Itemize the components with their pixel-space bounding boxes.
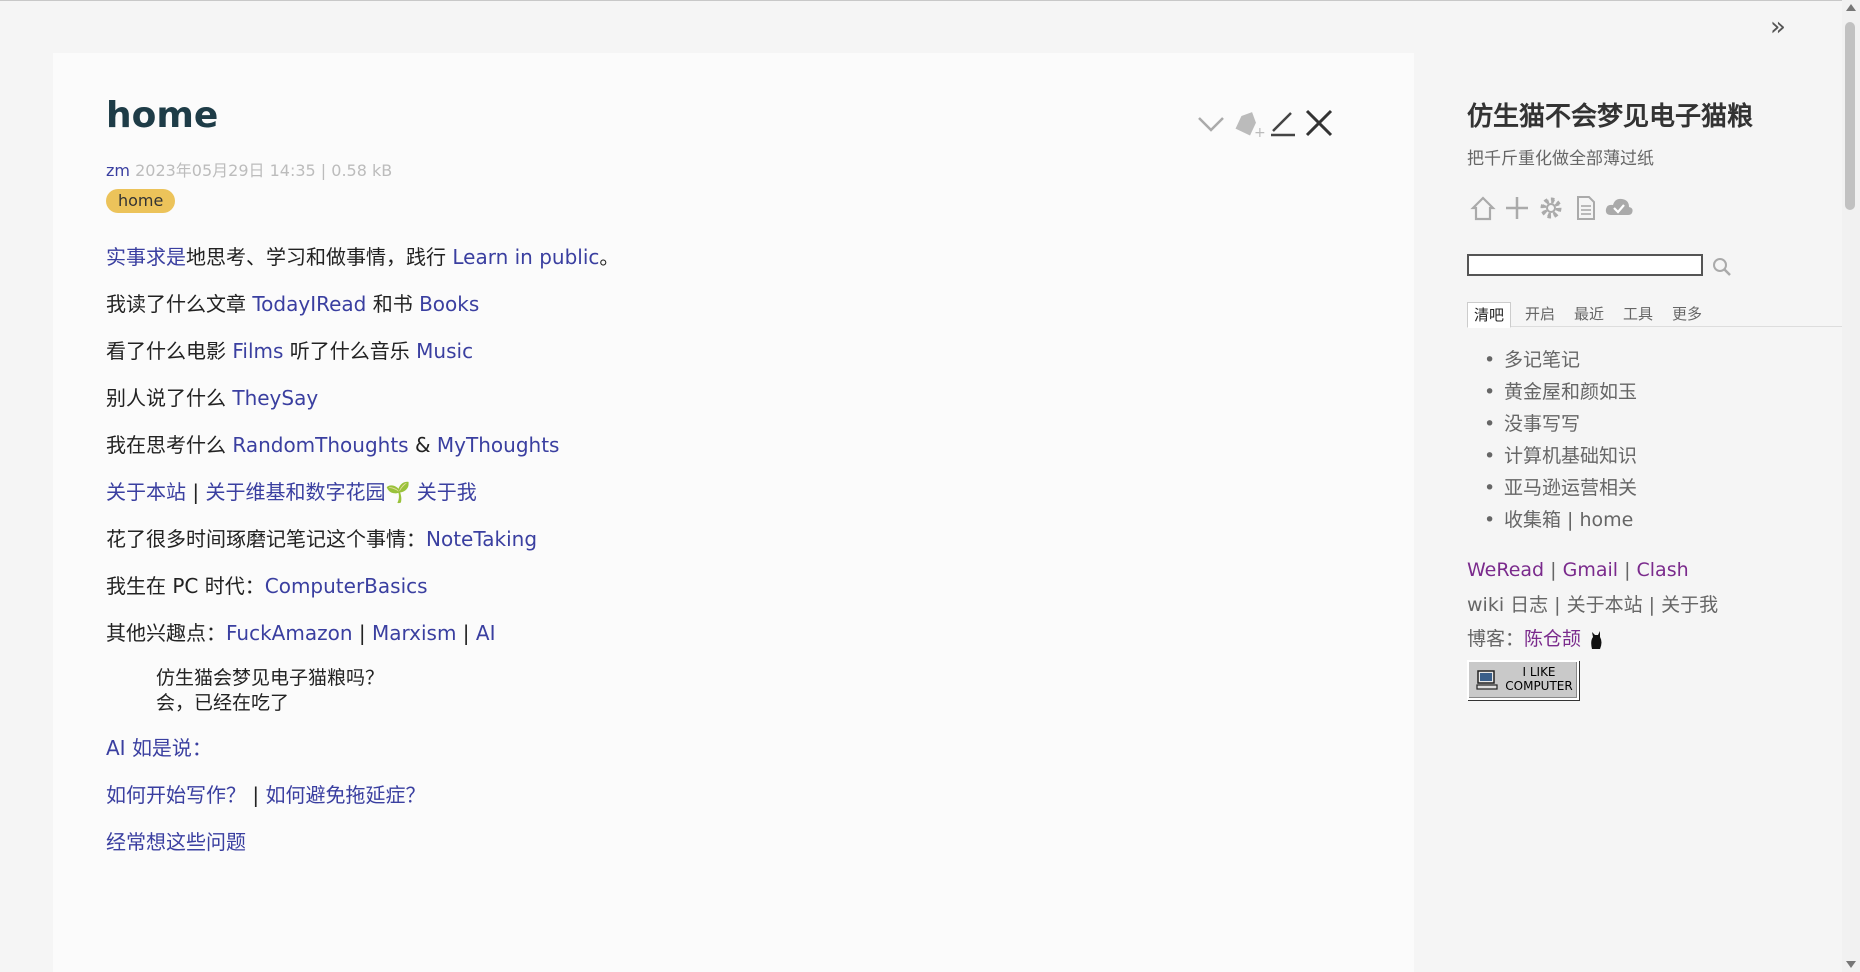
body-paragraph: 如何开始写作？ | 如何避免拖延症？ <box>106 783 426 807</box>
sidebar-tabs: 清吧 开启 最近 工具 更多 <box>1467 298 1847 328</box>
badge-line-2: COMPUTER <box>1505 679 1573 693</box>
computer-icon <box>1476 670 1498 690</box>
link-marxism[interactable]: Marxism <box>372 621 457 645</box>
link-about-me[interactable]: 关于我 <box>410 480 477 504</box>
document-icon[interactable] <box>1569 192 1601 224</box>
svg-text:+: + <box>1254 125 1265 141</box>
body-paragraph: 实事求是地思考、学习和做事情，践行 Learn in public。 <box>106 245 620 269</box>
link-fuckamazon[interactable]: FuckAmazon <box>226 621 353 645</box>
tab-more[interactable]: 更多 <box>1666 302 1708 326</box>
cloud-save-icon[interactable] <box>1603 192 1635 224</box>
link-shishiqiushi[interactable]: 实事求是 <box>106 245 186 269</box>
window-top-border <box>0 0 1860 1</box>
body-paragraph: 花了很多时间琢磨记笔记这个事情：NoteTaking <box>106 527 538 551</box>
sidebar-item-writing[interactable]: 没事写写 <box>1484 408 1637 440</box>
link-todayiread[interactable]: TodayIRead <box>252 292 366 316</box>
blockquote-line: 仿生猫会梦见电子猫粮吗？ <box>156 667 385 689</box>
tiddler-toolbar: + <box>1193 103 1413 143</box>
scroll-down-arrow-icon[interactable] <box>1846 961 1856 968</box>
link-films[interactable]: Films <box>232 339 283 363</box>
body-paragraph: 我生在 PC 时代：ComputerBasics <box>106 574 428 598</box>
sidebar-item-inbox-home[interactable]: 收集箱 | home <box>1484 504 1637 536</box>
edit-icon[interactable] <box>1265 103 1301 143</box>
home-icon[interactable] <box>1467 192 1499 224</box>
site-title: 仿生猫不会梦见电子猫粮 <box>1467 102 1754 132</box>
new-tiddler-icon[interactable] <box>1501 192 1533 224</box>
link-learn-in-public[interactable]: Learn in public <box>452 245 599 269</box>
tab-tools[interactable]: 工具 <box>1617 302 1659 326</box>
chevron-down-icon[interactable] <box>1193 103 1229 143</box>
link-computerbasics[interactable]: ComputerBasics <box>265 574 428 598</box>
link-ai-says[interactable]: AI 如是说： <box>106 736 212 760</box>
i-like-computer-badge[interactable]: I LIKE COMPUTER <box>1467 660 1579 700</box>
search-icon[interactable] <box>1711 256 1733 278</box>
link-books[interactable]: Books <box>419 292 479 316</box>
link-blog[interactable]: 陈仓颉 <box>1524 628 1581 650</box>
link-how-to-start-writing[interactable]: 如何开始写作？ <box>106 783 246 807</box>
body-paragraph: 关于本站 | 关于维基和数字花园🌱 关于我 <box>106 480 477 504</box>
tag-add-icon[interactable]: + <box>1229 103 1266 143</box>
tag-pill[interactable]: home <box>106 189 176 213</box>
link-ai[interactable]: AI <box>476 621 496 645</box>
seedling-icon: 🌱 <box>385 480 411 504</box>
tab-recent[interactable]: 最近 <box>1568 302 1610 326</box>
tiddler-title: home <box>106 95 219 136</box>
tiddler-subtitle: zm 2023年05月29日 14:35 | 0.58 kB <box>106 157 392 181</box>
link-frequent-questions[interactable]: 经常想这些问题 <box>106 830 246 854</box>
link-notetaking[interactable]: NoteTaking <box>426 527 537 551</box>
search-input[interactable] <box>1467 254 1703 276</box>
site-subtitle: 把千斤重化做全部薄过纸 <box>1467 149 1654 169</box>
story-river: home zm 2023年05月29日 14:35 | 0.58 kB home… <box>53 53 1414 972</box>
blockquote-line: 会，已经在吃了 <box>156 692 290 714</box>
link-weread[interactable]: WeRead <box>1467 559 1544 581</box>
close-icon[interactable] <box>1301 103 1337 143</box>
tab-open[interactable]: 开启 <box>1519 302 1561 326</box>
badge-line-1: I LIKE <box>1522 665 1556 679</box>
link-clash[interactable]: Clash <box>1637 559 1689 581</box>
link-mythoughts[interactable]: MyThoughts <box>437 433 560 457</box>
link-avoid-procrastination[interactable]: 如何避免拖延症？ <box>265 783 425 807</box>
link-gmail[interactable]: Gmail <box>1563 559 1618 581</box>
tab-qingba[interactable]: 清吧 <box>1467 302 1512 328</box>
quick-links-row: WeRead | Gmail | Clash <box>1467 559 1689 581</box>
sidebar-item-amazon[interactable]: 亚马逊运营相关 <box>1484 472 1637 504</box>
link-about-site[interactable]: 关于本站 <box>106 480 186 504</box>
quick-links-row-wiki[interactable]: wiki 日志 | 关于本站 | 关于我 <box>1467 591 1718 619</box>
scrollbar-thumb[interactable] <box>1845 22 1855 210</box>
sidebar-item-books[interactable]: 黄金屋和颜如玉 <box>1484 376 1637 408</box>
cat-icon <box>1587 629 1605 651</box>
settings-icon[interactable] <box>1535 192 1567 224</box>
body-paragraph: 别人说了什么 TheySay <box>106 386 319 410</box>
body-paragraph: 我读了什么文章 TodayIRead 和书 Books <box>106 292 480 316</box>
sidebar-item-computer-basics[interactable]: 计算机基础知识 <box>1484 440 1637 472</box>
body-paragraph: 经常想这些问题 <box>106 828 246 856</box>
sidebar-nav-list: 多记笔记 黄金屋和颜如玉 没事写写 计算机基础知识 亚马逊运营相关 收集箱 | … <box>1467 344 1637 536</box>
tiddler-meta: 2023年05月29日 14:35 | 0.58 kB <box>135 161 393 180</box>
body-paragraph: AI 如是说： <box>106 734 212 762</box>
sidebar-item-notes[interactable]: 多记笔记 <box>1484 344 1637 376</box>
link-about-wiki-garden[interactable]: 关于维基和数字花园 <box>205 480 385 504</box>
body-paragraph: 看了什么电影 Films 听了什么音乐 Music <box>106 339 474 363</box>
link-theysay[interactable]: TheySay <box>232 386 318 410</box>
scroll-up-arrow-icon[interactable] <box>1846 4 1856 11</box>
link-randomthoughts[interactable]: RandomThoughts <box>232 433 408 457</box>
link-music[interactable]: Music <box>416 339 473 363</box>
sidebar-collapse-icon[interactable]: » <box>1770 14 1794 40</box>
tiddler-author-link[interactable]: zm <box>106 161 130 180</box>
page-scrollbar[interactable] <box>1842 0 1860 972</box>
body-paragraph: 我在思考什么 RandomThoughts & MyThoughts <box>106 433 560 457</box>
quick-links-row-blog: 博客：陈仓颉 <box>1467 625 1605 653</box>
body-paragraph: 其他兴趣点：FuckAmazon | Marxism | AI <box>106 621 496 645</box>
